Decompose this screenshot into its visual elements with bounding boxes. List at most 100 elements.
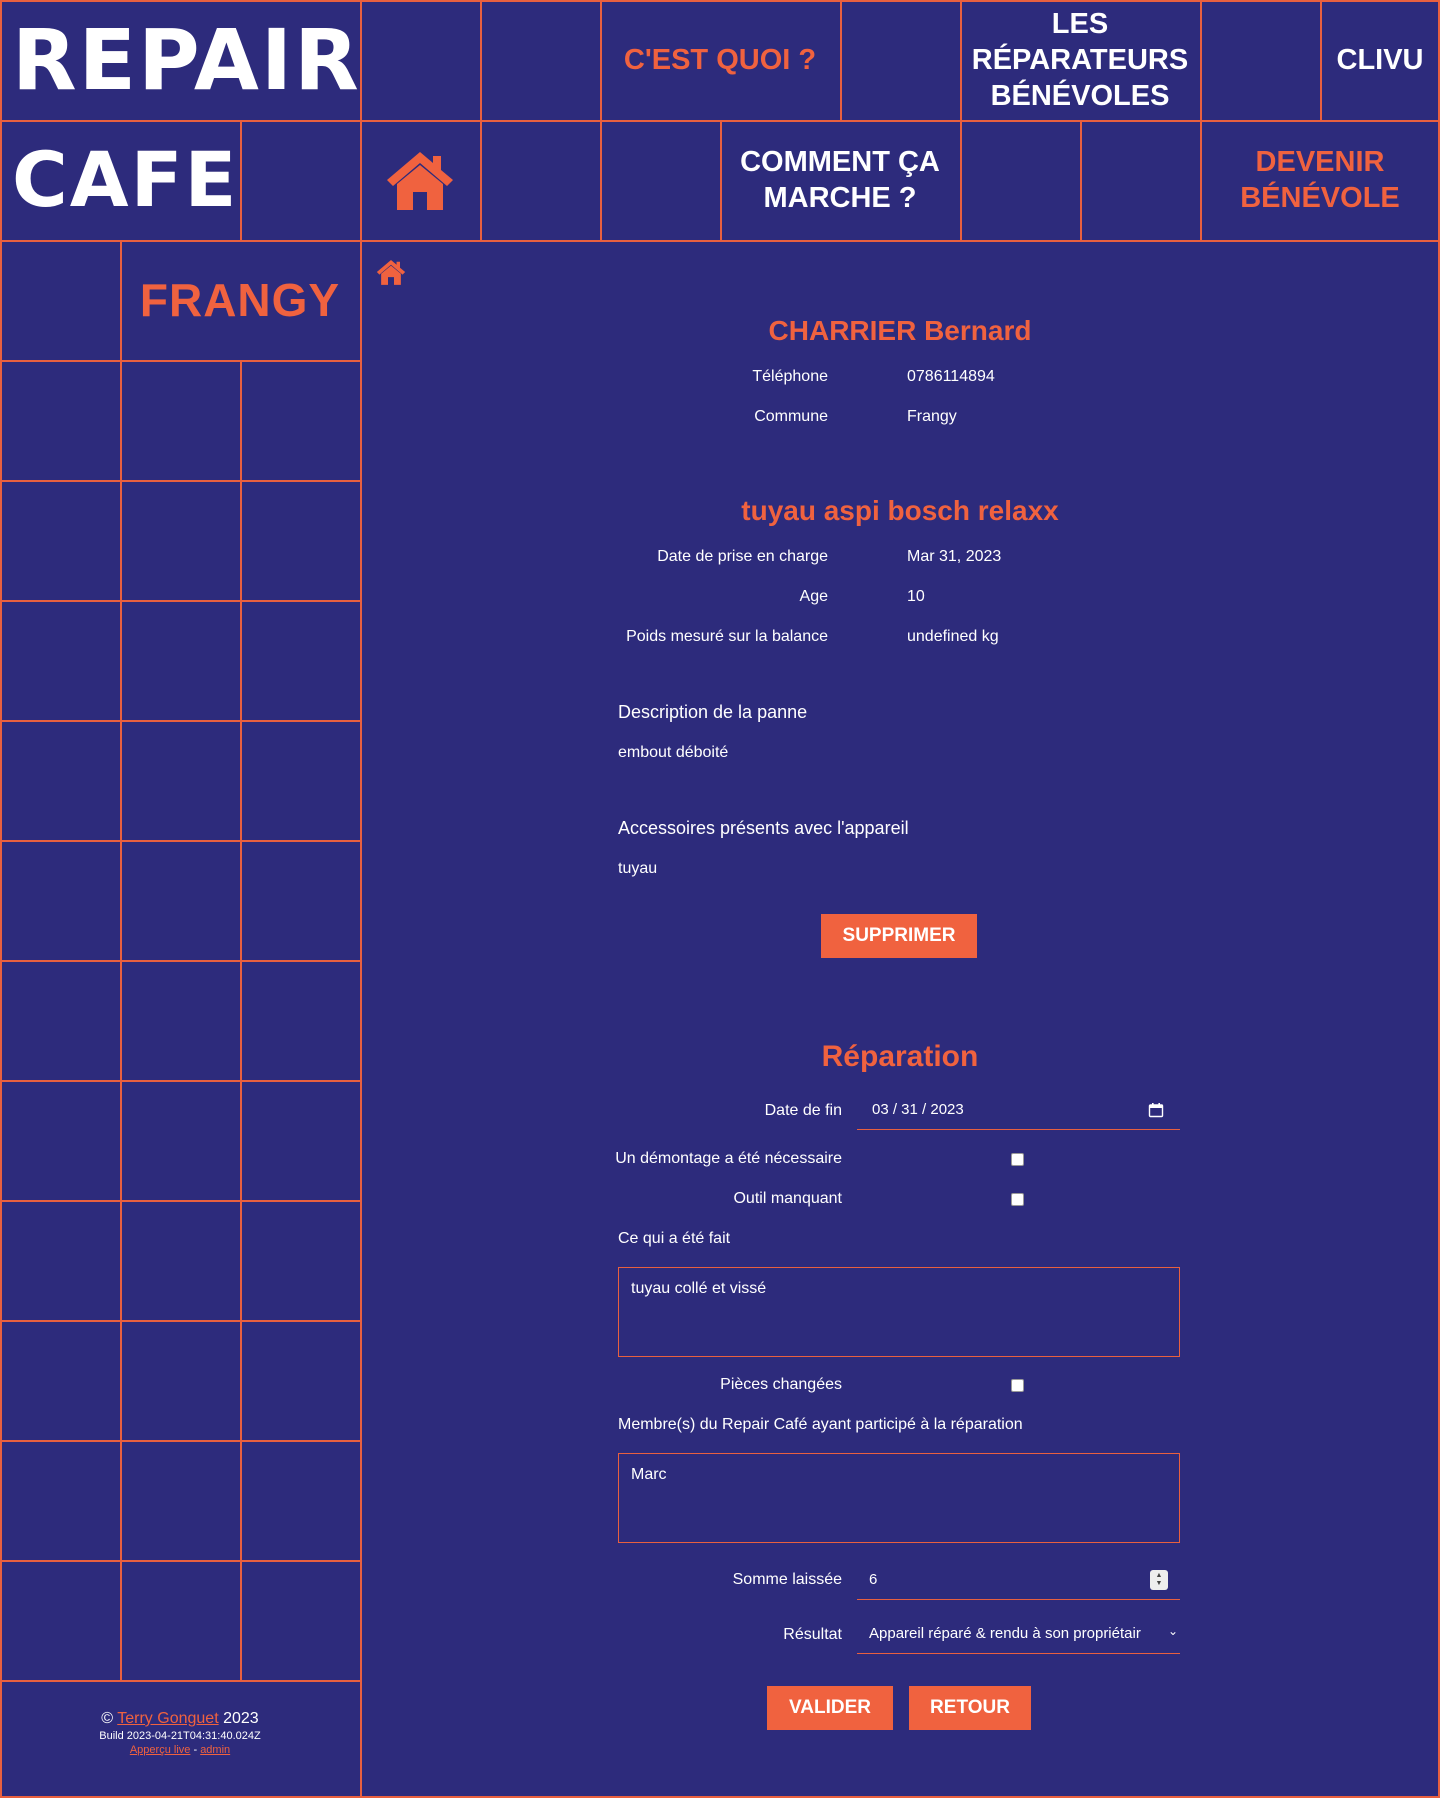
grid-cell: [480, 0, 602, 122]
fait-textarea[interactable]: tuyau collé et vissé: [618, 1267, 1180, 1357]
grid-cell: [240, 1440, 362, 1562]
grid-cell: [0, 480, 122, 602]
grid-cell: [120, 1200, 242, 1322]
valider-button[interactable]: VALIDER: [767, 1686, 893, 1730]
nav-cest-quoi[interactable]: C'EST QUOI ?: [600, 0, 840, 120]
somme-input[interactable]: 6 ▲ ▼: [857, 1560, 1180, 1600]
author-link[interactable]: Terry Gonguet: [117, 1710, 218, 1727]
nav-reparateurs-line2: RÉPARATEURS: [971, 44, 1189, 76]
resultat-label: Résultat: [783, 1626, 842, 1643]
outil-checkbox[interactable]: [1011, 1193, 1024, 1206]
panne-value: embout déboité: [618, 744, 729, 761]
admin-link[interactable]: admin: [200, 1744, 230, 1756]
phone-label: Téléphone: [752, 368, 828, 385]
grid-cell: [0, 1440, 122, 1562]
city-name: FRANGY: [139, 274, 341, 326]
nav-comment-line1: COMMENT ÇA: [740, 146, 940, 178]
grid-cell: [240, 600, 362, 722]
date-fin-value: 03 / 31 / 2023: [872, 1101, 964, 1118]
chevron-down-icon: ⌄: [1167, 1624, 1178, 1638]
grid-cell: [120, 480, 242, 602]
outil-label: Outil manquant: [733, 1190, 842, 1207]
footer-year: 2023: [223, 1710, 259, 1727]
date-label: Date de prise en charge: [657, 548, 828, 565]
somme-label: Somme laissée: [732, 1571, 842, 1588]
grid-cell: [840, 0, 962, 122]
client-name: CHARRIER Bernard: [768, 315, 1032, 346]
item-title: tuyau aspi bosch relaxx: [741, 495, 1059, 526]
grid-cell: [240, 360, 362, 482]
grid-cell: [240, 480, 362, 602]
grid-cell: [120, 1080, 242, 1202]
calendar-icon[interactable]: [1148, 1102, 1164, 1118]
logo-repair[interactable]: REPAIR: [12, 18, 361, 102]
grid-cell: [120, 1440, 242, 1562]
nav-reparateurs-line3: BÉNÉVOLES: [990, 80, 1170, 112]
nav-comment-ca-marche[interactable]: COMMENT ÇA MARCHE ?: [720, 120, 960, 240]
resultat-value: Appareil réparé & rendu à son propriétai…: [869, 1625, 1141, 1642]
build-info: Build 2023-04-21T04:31:40.024Z: [99, 1730, 261, 1742]
weight-label: Poids mesuré sur la balance: [626, 628, 828, 645]
date-value: Mar 31, 2023: [907, 548, 1002, 565]
grid-cell: [0, 840, 122, 962]
number-spinner-icon[interactable]: ▲ ▼: [1150, 1570, 1168, 1590]
copyright-symbol: ©: [101, 1710, 114, 1727]
membres-textarea[interactable]: Marc: [618, 1453, 1180, 1543]
grid-cell: [0, 1560, 122, 1682]
grid-cell: [240, 120, 362, 242]
grid-cell: [120, 960, 242, 1082]
retour-button[interactable]: RETOUR: [909, 1686, 1031, 1730]
grid-cell: [120, 720, 242, 842]
grid-cell: [120, 360, 242, 482]
grid-cell: [120, 1320, 242, 1442]
date-fin-input[interactable]: 03 / 31 / 2023: [857, 1090, 1180, 1130]
grid-cell: [240, 1080, 362, 1202]
somme-value: 6: [869, 1571, 878, 1588]
grid-cell: [240, 960, 362, 1082]
age-value: 10: [907, 588, 925, 605]
commune-label: Commune: [754, 408, 828, 425]
nav-reparateurs-line1: LES: [1051, 8, 1109, 40]
grid-cell: [120, 600, 242, 722]
demontage-checkbox[interactable]: [1011, 1153, 1024, 1166]
nav-devenir-line1: DEVENIR: [1255, 146, 1385, 178]
grid-cell: [240, 1320, 362, 1442]
breadcrumb-home[interactable]: [376, 258, 406, 291]
grid-cell: [0, 1080, 122, 1202]
nav-home[interactable]: [360, 120, 480, 240]
grid-cell: [0, 1320, 122, 1442]
resultat-select[interactable]: Appareil réparé & rendu à son propriétai…: [857, 1614, 1180, 1654]
apercu-link[interactable]: Apperçu live: [130, 1744, 191, 1756]
grid-cell: [240, 1560, 362, 1682]
home-icon: [387, 152, 453, 210]
pieces-checkbox[interactable]: [1011, 1379, 1024, 1392]
delete-button[interactable]: SUPPRIMER: [821, 914, 977, 958]
pieces-label: Pièces changées: [720, 1376, 842, 1393]
grid-cell: [480, 120, 602, 242]
grid-cell: [1200, 0, 1322, 122]
demontage-label: Un démontage a été nécessaire: [615, 1150, 842, 1167]
grid-cell: [0, 240, 122, 362]
home-icon: [376, 260, 406, 285]
grid-cell: [240, 1200, 362, 1322]
grid-cell: [360, 0, 482, 122]
nav-devenir-benevole[interactable]: DEVENIR BÉNÉVOLE: [1200, 120, 1440, 240]
logo-cafe[interactable]: CAFE: [12, 142, 238, 218]
grid-cell: [240, 720, 362, 842]
nav-comment-line2: MARCHE ?: [763, 182, 917, 214]
grid-cell: [0, 600, 122, 722]
commune-value: Frangy: [907, 408, 957, 425]
grid-cell: [600, 120, 722, 242]
grid-cell: [240, 840, 362, 962]
footer: © Terry Gonguet 2023 Build 2023-04-21T04…: [0, 1710, 360, 1756]
footer-links: Apperçu live - admin: [0, 1744, 360, 1756]
weight-value: undefined kg: [907, 628, 999, 645]
grid-cell: [0, 720, 122, 842]
nav-clivu[interactable]: CLIVU: [1320, 0, 1440, 120]
nav-reparateurs[interactable]: LES RÉPARATEURS BÉNÉVOLES: [960, 0, 1200, 120]
grid-cell: [0, 1200, 122, 1322]
membres-label: Membre(s) du Repair Café ayant participé…: [618, 1416, 1023, 1433]
date-fin-label: Date de fin: [764, 1102, 842, 1119]
age-label: Age: [799, 588, 828, 605]
grid-cell: [0, 960, 122, 1082]
